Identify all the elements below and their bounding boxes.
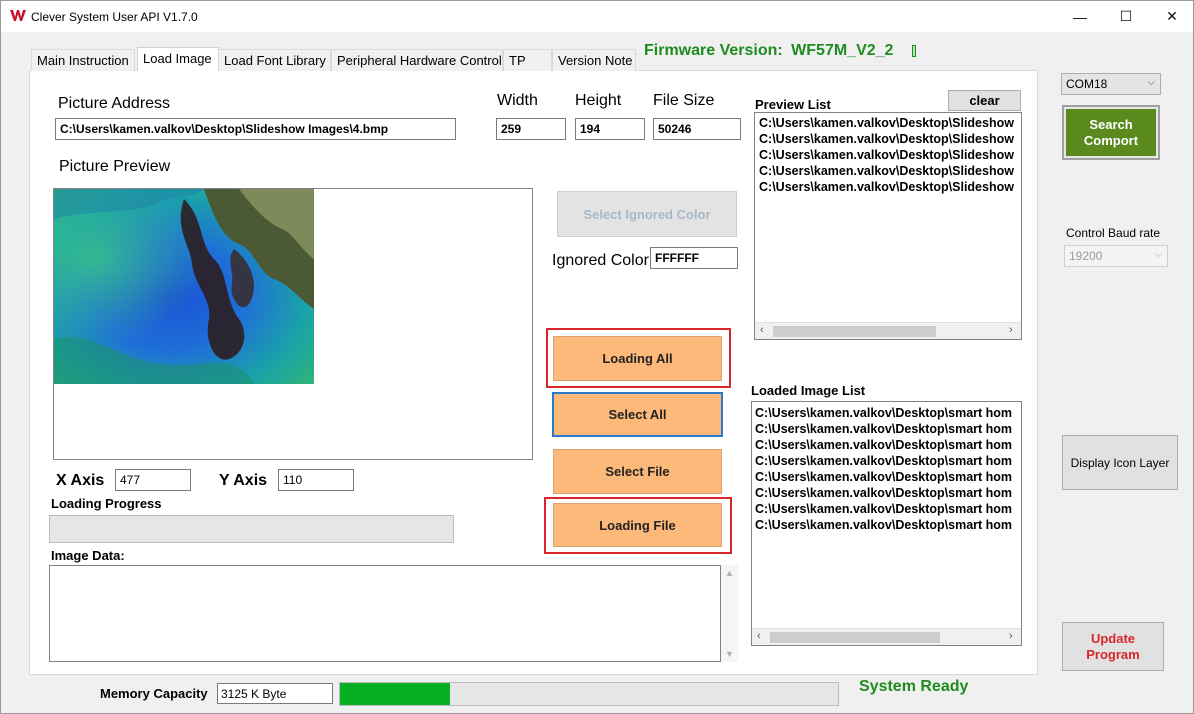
memory-capacity-bar [339, 682, 839, 706]
wurth-logo-icon [10, 10, 26, 21]
preview-list-item[interactable]: C:\Users\kamen.valkov\Desktop\Slideshow [759, 131, 1021, 147]
select-all-button[interactable]: Select All [552, 392, 723, 437]
update-program-button[interactable]: Update Program [1062, 622, 1164, 671]
preview-list-label: Preview List [755, 97, 831, 112]
preview-list-item[interactable]: C:\Users\kamen.valkov\Desktop\Slideshow [759, 115, 1021, 131]
baud-rate-select[interactable]: 19200 ⌵ [1064, 245, 1168, 267]
loaded-image-list-item[interactable]: C:\Users\kamen.valkov\Desktop\smart hom [755, 501, 1021, 517]
loaded-image-list-item[interactable]: C:\Users\kamen.valkov\Desktop\smart hom [755, 437, 1021, 453]
memory-capacity-fill [340, 683, 450, 705]
scroll-left-arrow-icon[interactable]: ‹ [757, 630, 761, 642]
select-file-button[interactable]: Select File [553, 449, 722, 494]
preview-list-box[interactable]: C:\Users\kamen.valkov\Desktop\Slideshow … [754, 112, 1022, 340]
file-size-field[interactable]: 50246 [653, 118, 741, 140]
ignored-color-field[interactable]: FFFFFF [650, 247, 738, 269]
satellite-preview-image [54, 189, 314, 384]
preview-list-hscrollbar[interactable]: ‹ › [755, 322, 1021, 339]
loaded-image-list-item[interactable]: C:\Users\kamen.valkov\Desktop\smart hom [755, 469, 1021, 485]
firmware-indicator [912, 45, 916, 57]
control-baud-rate-label: Control Baud rate [1066, 226, 1161, 240]
height-field[interactable]: 194 [575, 118, 645, 140]
width-field[interactable]: 259 [496, 118, 566, 140]
scroll-down-arrow-icon[interactable]: ▼ [725, 649, 734, 659]
scroll-up-arrow-icon[interactable]: ▲ [725, 568, 734, 578]
loaded-image-list-items: C:\Users\kamen.valkov\Desktop\smart hom … [752, 402, 1021, 533]
loaded-image-list-item[interactable]: C:\Users\kamen.valkov\Desktop\smart hom [755, 517, 1021, 533]
loaded-image-list-item[interactable]: C:\Users\kamen.valkov\Desktop\smart hom [755, 405, 1021, 421]
scroll-thumb[interactable] [773, 326, 936, 337]
loading-all-button[interactable]: Loading All [553, 336, 722, 381]
tab-version-note[interactable]: Version Note [552, 49, 636, 71]
display-icon-layer-button[interactable]: Display Icon Layer [1062, 435, 1178, 490]
tab-peripheral-hardware-control[interactable]: Peripheral Hardware Control [331, 49, 503, 71]
scroll-thumb[interactable] [770, 632, 940, 643]
system-status: System Ready [859, 678, 969, 695]
com-port-select[interactable]: COM18 ⌵ [1061, 73, 1161, 95]
com-port-value: COM18 [1066, 77, 1108, 91]
app-window: Clever System User API V1.7.0 — ☐ ✕ Main… [0, 0, 1194, 714]
clear-button[interactable]: clear [948, 90, 1021, 111]
x-axis-label: X Axis [56, 472, 105, 489]
width-label: Width [497, 92, 538, 109]
picture-address-label: Picture Address [58, 95, 171, 112]
ignored-color-label: Ignored Color [552, 252, 649, 269]
scroll-left-arrow-icon[interactable]: ‹ [760, 324, 764, 336]
minimize-button[interactable]: — [1057, 1, 1103, 32]
preview-list-items: C:\Users\kamen.valkov\Desktop\Slideshow … [755, 113, 1021, 195]
tab-load-font-library[interactable]: Load Font Library [218, 49, 331, 71]
file-size-label: File Size [653, 92, 715, 109]
picture-preview-label: Picture Preview [59, 158, 171, 175]
preview-list-item[interactable]: C:\Users\kamen.valkov\Desktop\Slideshow [759, 163, 1021, 179]
close-button[interactable]: ✕ [1149, 1, 1193, 32]
x-axis-field[interactable]: 477 [115, 469, 191, 491]
image-data-label: Image Data: [51, 548, 125, 563]
firmware-version: Firmware Version: WF57M_V2_2 [644, 42, 893, 60]
maximize-button[interactable]: ☐ [1103, 1, 1149, 32]
loaded-image-list-item[interactable]: C:\Users\kamen.valkov\Desktop\smart hom [755, 421, 1021, 437]
search-comport-button[interactable]: Search Comport [1066, 109, 1156, 156]
memory-capacity-field: 3125 K Byte [217, 683, 333, 704]
y-axis-label: Y Axis [219, 472, 268, 489]
chevron-down-icon: ⌵ [1147, 77, 1155, 88]
loaded-image-list-item[interactable]: C:\Users\kamen.valkov\Desktop\smart hom [755, 453, 1021, 469]
select-ignored-color-button[interactable]: Select Ignored Color [557, 191, 737, 237]
title-bar: Clever System User API V1.7.0 — ☐ ✕ [1, 1, 1193, 32]
scroll-right-arrow-icon[interactable]: › [1009, 324, 1013, 336]
firmware-value: WF57M_V2_2 [791, 42, 894, 59]
image-data-scrollbar[interactable]: ▲ ▼ [721, 565, 738, 662]
tab-tp[interactable]: TP [503, 49, 552, 71]
tab-main-instruction[interactable]: Main Instruction [31, 49, 135, 71]
preview-list-item[interactable]: C:\Users\kamen.valkov\Desktop\Slideshow [759, 147, 1021, 163]
memory-capacity-label: Memory Capacity [100, 686, 208, 701]
search-comport-frame: Search Comport [1062, 105, 1160, 160]
loading-progress-label: Loading Progress [51, 496, 162, 511]
firmware-label: Firmware Version: [644, 42, 783, 59]
loading-file-button[interactable]: Loading File [553, 503, 722, 547]
preview-list-item[interactable]: C:\Users\kamen.valkov\Desktop\Slideshow [759, 179, 1021, 195]
loaded-list-hscrollbar[interactable]: ‹ › [752, 628, 1021, 645]
scroll-right-arrow-icon[interactable]: › [1009, 630, 1013, 642]
y-axis-field[interactable]: 110 [278, 469, 354, 491]
picture-preview-box [53, 188, 533, 460]
chevron-down-icon: ⌵ [1154, 249, 1162, 260]
loaded-image-list-item[interactable]: C:\Users\kamen.valkov\Desktop\smart hom [755, 485, 1021, 501]
loaded-image-list-label: Loaded Image List [751, 383, 866, 398]
image-data-textarea[interactable] [49, 565, 721, 662]
height-label: Height [575, 92, 622, 109]
picture-address-field[interactable]: C:\Users\kamen.valkov\Desktop\Slideshow … [55, 118, 456, 140]
tab-load-image[interactable]: Load Image [137, 47, 219, 71]
window-title: Clever System User API V1.7.0 [31, 10, 198, 24]
loaded-image-list-box[interactable]: C:\Users\kamen.valkov\Desktop\smart hom … [751, 401, 1022, 646]
baud-rate-value: 19200 [1069, 249, 1103, 263]
loading-progress-bar [49, 515, 454, 543]
